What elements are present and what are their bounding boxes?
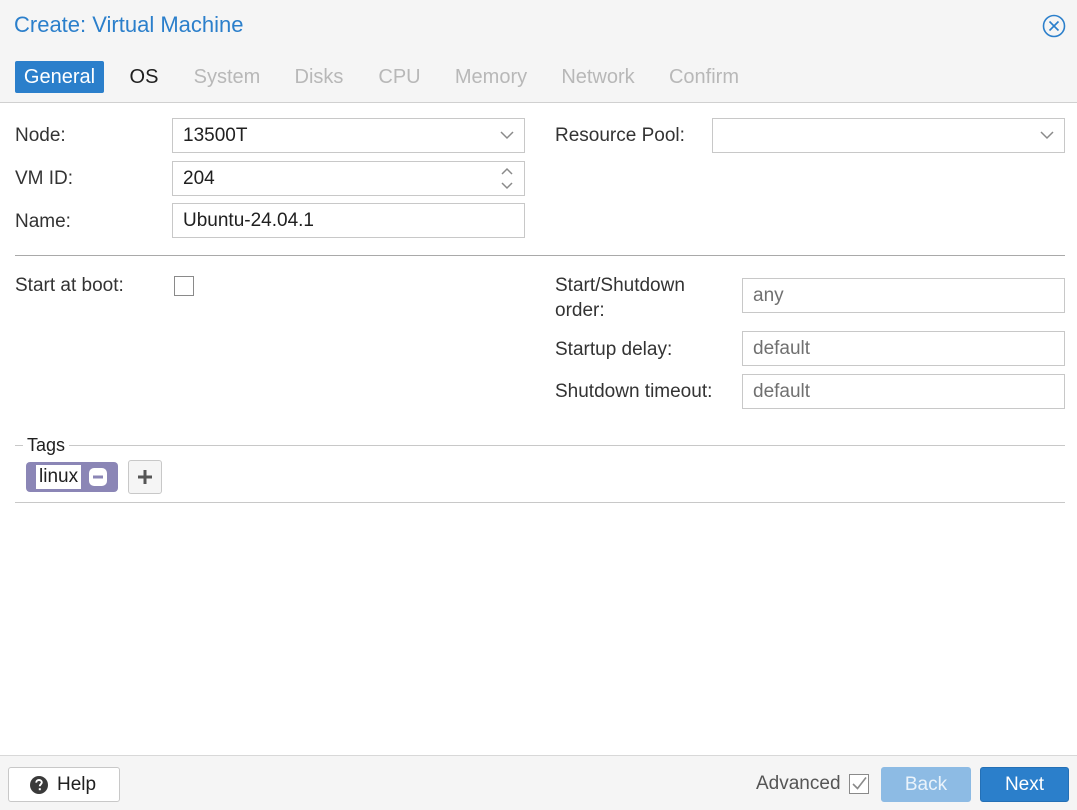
start-shutdown-order-label-line2: order: (555, 300, 605, 321)
tab-memory[interactable]: Memory (448, 61, 534, 93)
node-select[interactable]: 13500T (172, 118, 525, 153)
wizard-tabs: General OS System Disks CPU Memory Netwo… (0, 52, 1077, 103)
back-button[interactable]: Back (881, 767, 971, 802)
advanced-label: Advanced (756, 773, 841, 794)
advanced-checkbox[interactable] (849, 774, 869, 794)
vmid-spinner[interactable]: 204 (172, 161, 525, 196)
tab-general[interactable]: General (15, 61, 104, 93)
resource-pool-select[interactable] (712, 118, 1065, 153)
start-shutdown-order-label-line1: Start/Shutdown (555, 275, 685, 296)
dialog-titlebar: Create: Virtual Machine (0, 0, 1077, 52)
next-button[interactable]: Next (980, 767, 1069, 802)
section-divider (15, 255, 1065, 256)
start-at-boot-checkbox[interactable] (174, 276, 194, 296)
close-icon[interactable] (1042, 14, 1066, 38)
vmid-label: VM ID: (15, 168, 74, 189)
start-shutdown-order-input[interactable]: any (742, 278, 1065, 313)
tab-system[interactable]: System (186, 61, 268, 93)
name-input[interactable]: Ubuntu-24.04.1 (172, 203, 525, 238)
resource-pool-label: Resource Pool: (555, 125, 685, 146)
minus-icon[interactable] (88, 467, 108, 487)
chevron-down-icon[interactable] (499, 127, 515, 143)
start-at-boot-label: Start at boot: (15, 275, 124, 296)
tags-legend: Tags (23, 435, 70, 456)
add-tag-button[interactable] (128, 460, 162, 494)
tag-label[interactable]: linux (36, 465, 82, 489)
tags-fieldset (15, 445, 1065, 503)
chevron-down-icon[interactable] (1039, 127, 1055, 143)
help-button[interactable]: Help (8, 767, 120, 802)
tab-network[interactable]: Network (554, 61, 642, 93)
startup-delay-input[interactable]: default (742, 331, 1065, 366)
node-value: 13500T (183, 125, 248, 146)
shutdown-timeout-input[interactable]: default (742, 374, 1065, 409)
tag-linux[interactable]: linux (26, 462, 118, 492)
tab-os[interactable]: OS (122, 61, 166, 93)
name-label: Name: (15, 211, 71, 232)
dialog-footer: Help Advanced Back Next (0, 755, 1077, 810)
shutdown-timeout-label: Shutdown timeout: (555, 381, 713, 402)
tab-confirm[interactable]: Confirm (662, 61, 746, 93)
vmid-value: 204 (183, 168, 215, 189)
dialog-title: Create: Virtual Machine (14, 12, 244, 37)
plus-icon (138, 470, 152, 484)
question-circle-icon (30, 776, 48, 794)
spinner-arrows-icon[interactable] (499, 165, 515, 192)
help-label: Help (57, 774, 97, 795)
tab-disks[interactable]: Disks (288, 61, 350, 93)
node-label: Node: (15, 125, 66, 146)
startup-delay-label: Startup delay: (555, 339, 673, 360)
tab-cpu[interactable]: CPU (372, 61, 427, 93)
